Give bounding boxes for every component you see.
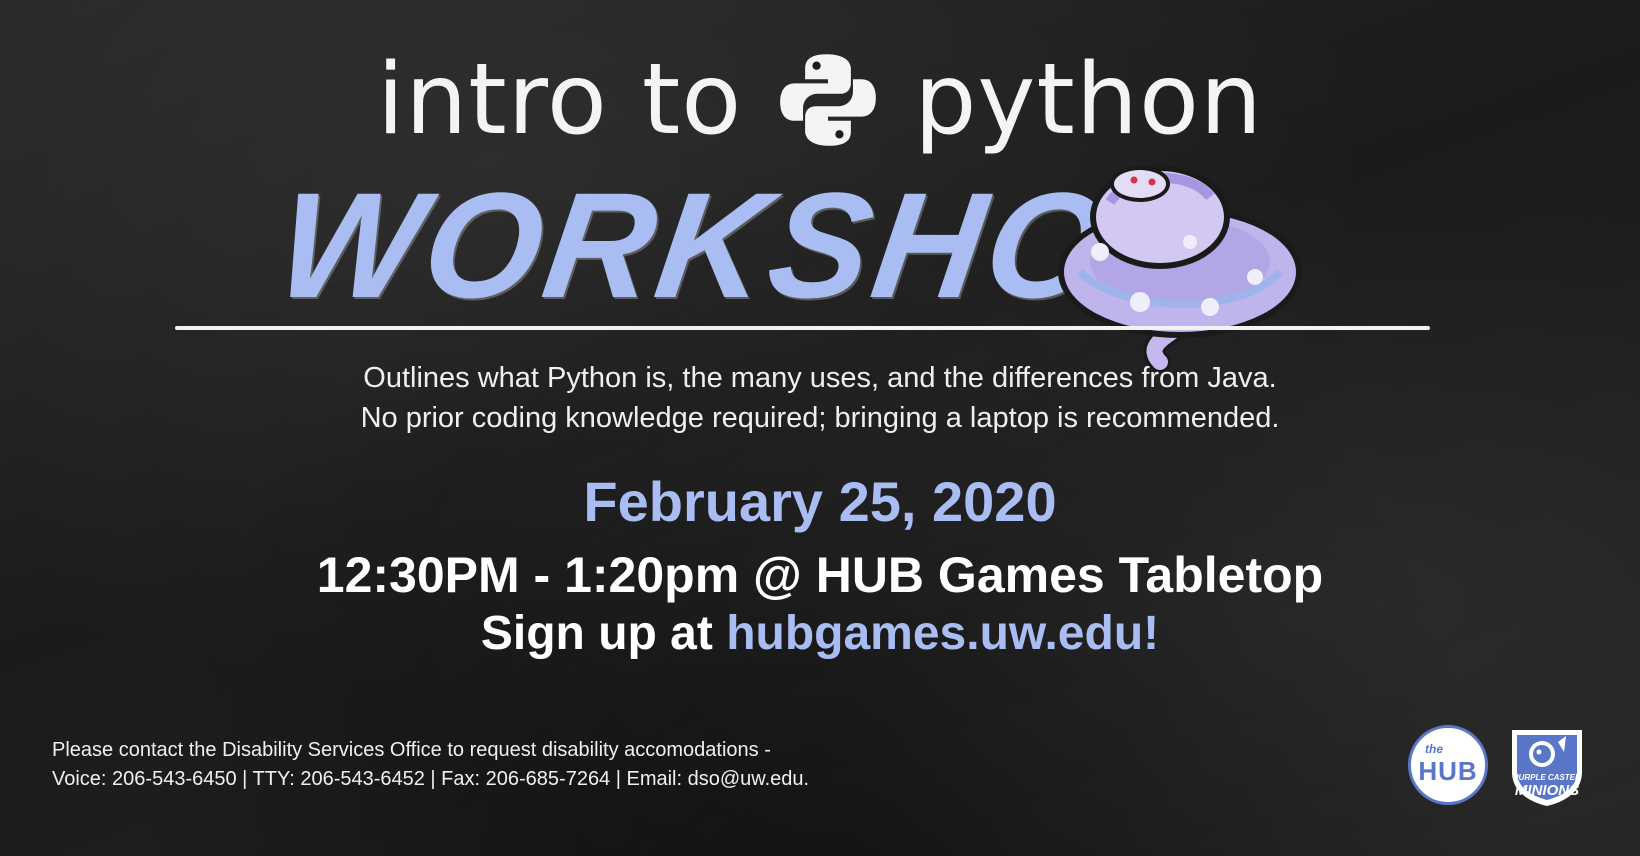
- event-date: February 25, 2020: [583, 470, 1057, 533]
- description-line-1: Outlines what Python is, the many uses, …: [363, 362, 1277, 394]
- hub-logo-small-text: the: [1425, 742, 1443, 756]
- workshop-heading: WORKSHOP: [268, 161, 1224, 329]
- hub-logo-icon: the HUB: [1408, 725, 1488, 805]
- title-python: python: [914, 43, 1264, 157]
- minions-logo-text: PURPLE CASTER MINIONS: [1500, 773, 1594, 799]
- accessibility-line-2: Voice: 206-543-6450 | TTY: 206-543-6452 …: [52, 768, 810, 790]
- accessibility-line-1: Please contact the Disability Services O…: [52, 739, 771, 761]
- signup-link: hubgames.uw.edu!: [726, 607, 1160, 660]
- snake-illustration-icon: [1058, 165, 1302, 372]
- description-line-2: No prior coding knowledge required; brin…: [360, 402, 1280, 434]
- title-intro: intro: [376, 43, 608, 157]
- workshop-poster: intro to python WORKSHOP Outlines what P…: [0, 0, 1640, 856]
- description: Outlines what Python is, the many uses, …: [0, 358, 1640, 438]
- minions-logo-line-2: MINIONS: [1514, 782, 1580, 799]
- signup-prefix: Sign up at: [480, 607, 727, 660]
- minions-logo-line-1: PURPLE CASTER: [1513, 773, 1581, 782]
- signup-line: Sign up at hubgames.uw.edu!: [0, 610, 1640, 658]
- event-time-location: 12:30PM - 1:20pm @ HUB Games Tabletop: [316, 547, 1324, 603]
- title-to: to: [641, 43, 743, 157]
- divider-line: [175, 326, 1430, 330]
- python-logo-icon: [780, 54, 877, 146]
- title-row: intro to python: [0, 48, 1640, 152]
- accessibility-notice: Please contact the Disability Services O…: [52, 736, 1052, 794]
- hub-logo-main-text: HUB: [1418, 756, 1478, 786]
